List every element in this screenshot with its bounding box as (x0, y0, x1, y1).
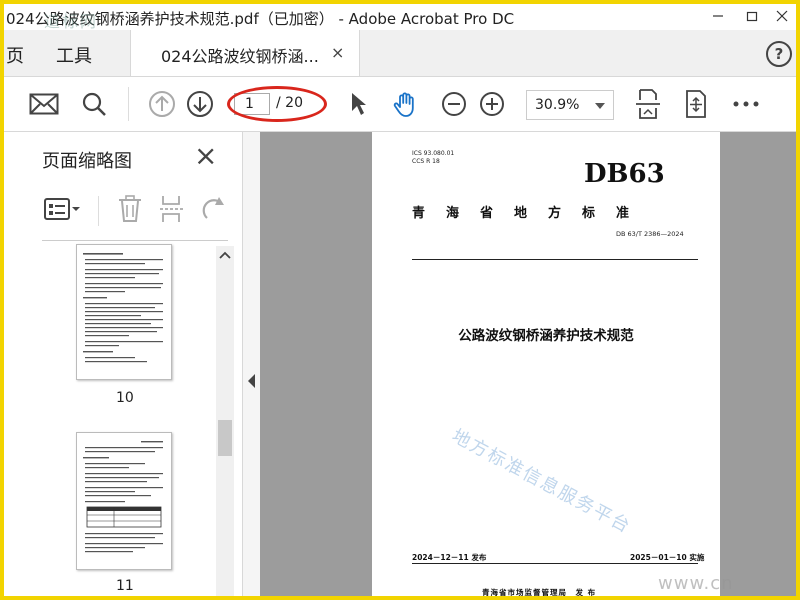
document-viewer[interactable]: ICS 93.080.01 CCS R 18 DB63 青海省地方标准 DB 6… (260, 132, 796, 597)
document-title: 公路波纹钢桥涵养护技术规范 (458, 328, 634, 344)
window-titlebar: 024公路波纹钢桥涵养护技术规范.pdf（已加密） - Adobe Acroba… (4, 4, 796, 31)
arrow-down-circle-icon (187, 91, 213, 117)
rotate-icon (202, 197, 224, 219)
ics-code: ICS 93.080.01 (412, 150, 455, 157)
thumbnail-scrollbar[interactable] (216, 246, 234, 596)
ccs-code: CCS R 18 (412, 158, 440, 165)
close-window-button[interactable] (768, 4, 796, 28)
tab-bar: 页 工具 024公路波纹钢桥涵... × ? (4, 30, 796, 77)
more-tools-button[interactable] (730, 89, 762, 119)
panel-toolbar (42, 190, 232, 230)
fit-page-button[interactable] (632, 89, 664, 119)
collapse-arrow-icon (248, 374, 255, 388)
issue-date: 2024－12－11 发布 (412, 553, 487, 562)
restore-icon (746, 11, 758, 22)
corner-watermark: www.cn (658, 573, 734, 594)
screenshot-frame: 024公路波纹钢桥涵养护技术规范.pdf（已加密） - Adobe Acroba… (0, 0, 800, 600)
help-icon[interactable]: ? (766, 41, 792, 67)
insert-page-icon (160, 196, 184, 222)
plus-circle-icon (480, 92, 504, 116)
email-button[interactable] (28, 89, 60, 119)
thumbnail-list: 10 11 (42, 242, 236, 596)
thumbnail-options-button[interactable] (42, 196, 82, 222)
thumbnail-panel: 页面缩略图 × 10 11 (4, 132, 242, 596)
zoom-out-button[interactable] (438, 89, 470, 119)
panel-title: 页面缩略图 (42, 151, 132, 172)
minus-circle-icon (442, 92, 466, 116)
page-thumbnail-image (83, 441, 163, 553)
document-tab-label: 024公路波纹钢桥涵... (161, 47, 319, 66)
chevron-up-icon (219, 251, 231, 259)
envelope-icon (29, 93, 59, 115)
standard-category-title: 青海省地方标准 (412, 206, 651, 221)
menu-tools[interactable]: 工具 (56, 42, 92, 68)
red-annotation-ellipse (227, 86, 327, 122)
trash-icon (119, 195, 141, 222)
bottom-rule (412, 563, 698, 564)
minimize-icon (713, 15, 723, 17)
zoom-dropdown[interactable]: 30.9% (526, 90, 614, 120)
maximize-button[interactable] (738, 4, 766, 28)
fit-page-icon (636, 89, 660, 119)
site-logo-watermark: 道标网 (44, 12, 99, 31)
select-tool-button[interactable] (342, 89, 374, 119)
toolbar-separator (128, 87, 129, 121)
delete-page-button[interactable] (116, 194, 144, 224)
fullscreen-button[interactable] (680, 89, 712, 119)
scroll-up-button[interactable] (216, 246, 234, 264)
top-rule (412, 259, 698, 260)
hand-tool-button[interactable] (390, 89, 422, 119)
tab-close-button[interactable]: × (331, 43, 344, 62)
zoom-value: 30.9% (535, 97, 580, 113)
standard-number: DB 63/T 2386—2024 (616, 230, 684, 238)
arrow-up-circle-icon (149, 91, 175, 117)
search-icon (82, 92, 106, 116)
panel-close-button[interactable]: × (194, 142, 217, 170)
minimize-button[interactable] (704, 4, 732, 28)
previous-page-button[interactable] (146, 89, 178, 119)
zoom-in-button[interactable] (476, 89, 508, 119)
main-toolbar: 1 / 20 30.9% (4, 77, 796, 132)
rotate-page-button[interactable] (198, 194, 228, 224)
panel-divider (42, 240, 228, 241)
thumbnail-label-11: 11 (116, 578, 134, 594)
implementation-date: 2025－01－10 实施 (630, 553, 705, 562)
next-page-button[interactable] (184, 89, 216, 119)
cursor-arrow-icon (352, 93, 366, 115)
document-page: ICS 93.080.01 CCS R 18 DB63 青海省地方标准 DB 6… (372, 132, 720, 597)
thumbnail-page-11[interactable] (76, 432, 172, 570)
expand-page-icon (686, 90, 706, 118)
close-icon (776, 10, 788, 22)
document-tab[interactable]: 024公路波纹钢桥涵... × (130, 30, 360, 76)
thumbnail-page-10[interactable] (76, 244, 172, 380)
thumbnail-label-10: 10 (116, 390, 134, 406)
issuing-authority: 青海省市场监督管理局 发 布 (482, 588, 597, 597)
platform-watermark: 地方标准信息服务平台 (448, 425, 635, 538)
insert-page-button[interactable] (158, 194, 186, 224)
page-thumbnail-image (83, 253, 163, 363)
standard-code: DB63 (584, 159, 665, 189)
hand-icon (393, 92, 414, 117)
panel-tool-separator (98, 196, 99, 226)
ics-code-block: ICS 93.080.01 CCS R 18 (412, 150, 454, 166)
scroll-thumb[interactable] (218, 420, 232, 456)
chevron-down-icon (595, 103, 605, 109)
panel-collapse-strip[interactable] (242, 132, 262, 596)
search-button[interactable] (78, 89, 110, 119)
more-horizontal-icon (733, 101, 759, 107)
menu-home[interactable]: 页 (6, 42, 24, 68)
list-options-icon (44, 198, 80, 220)
